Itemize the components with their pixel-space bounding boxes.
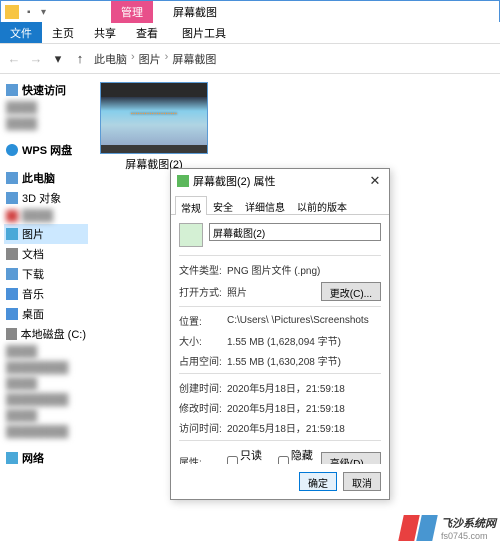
- nav-up-icon[interactable]: ↑: [72, 51, 88, 66]
- value-created: 2020年5月18日，21:59:18: [227, 380, 381, 395]
- tree-pictures[interactable]: 图片: [4, 224, 88, 244]
- ok-button[interactable]: 确定: [299, 472, 337, 491]
- dialog-icon: [177, 175, 189, 187]
- label-size: 大小:: [179, 333, 227, 348]
- tree-item[interactable]: ████: [4, 100, 88, 116]
- tab-share[interactable]: 共享: [84, 22, 126, 43]
- quick-access-toolbar: ▪ ▾: [27, 7, 51, 17]
- qat-dropdown-icon[interactable]: ▾: [41, 7, 51, 17]
- tree-desktop[interactable]: 桌面: [4, 304, 88, 324]
- tree-item[interactable]: ████████: [4, 360, 88, 376]
- breadcrumb-item[interactable]: 图片: [139, 51, 161, 67]
- value-accessed: 2020年5月18日，21:59:18: [227, 420, 381, 435]
- tree-music[interactable]: 音乐: [4, 284, 88, 304]
- tab-previous[interactable]: 以前的版本: [291, 195, 353, 214]
- value-filetype: PNG 图片文件 (.png): [227, 262, 381, 277]
- qat-item[interactable]: ▪: [27, 7, 37, 17]
- watermark-url: fs0745.com: [441, 531, 496, 541]
- tree-item[interactable]: ████: [4, 408, 88, 424]
- watermark-logo-icon: [401, 511, 435, 545]
- tree-disk-c[interactable]: 本地磁盘 (C:): [4, 324, 88, 344]
- label-location: 位置:: [179, 313, 227, 328]
- label-sizeondisk: 占用空间:: [179, 353, 227, 368]
- tree-this-pc[interactable]: 此电脑: [4, 168, 88, 188]
- nav-tree: 快速访问 ████ ████ WPS 网盘 此电脑 3D 对象 ████ 图片 …: [0, 74, 92, 530]
- dialog-footer: 确定 取消: [171, 464, 389, 499]
- value-location: C:\Users\ \Pictures\Screenshots: [227, 315, 381, 326]
- tree-wps[interactable]: WPS 网盘: [4, 140, 88, 160]
- tab-file[interactable]: 文件: [0, 22, 42, 43]
- breadcrumb[interactable]: 此电脑› 图片› 屏幕截图: [94, 51, 216, 67]
- nav-forward-icon[interactable]: →: [28, 51, 44, 66]
- watermark: 飞沙系统网 fs0745.com: [401, 511, 496, 545]
- tree-quick-access[interactable]: 快速访问: [4, 80, 88, 100]
- tree-item[interactable]: ████: [4, 116, 88, 132]
- value-size: 1.55 MB (1,628,094 字节): [227, 333, 381, 348]
- tree-3d[interactable]: 3D 对象: [4, 188, 88, 208]
- folder-icon: [5, 5, 19, 19]
- tree-item[interactable]: ████████: [4, 392, 88, 408]
- tab-security[interactable]: 安全: [207, 195, 239, 214]
- tab-general[interactable]: 常规: [175, 196, 207, 215]
- ribbon-context-label: 管理: [111, 1, 153, 23]
- tree-item[interactable]: ████: [4, 376, 88, 392]
- tab-view[interactable]: 查看: [126, 22, 168, 43]
- label-modified: 修改时间:: [179, 400, 227, 415]
- dialog-tabs: 常规 安全 详细信息 以前的版本: [171, 193, 389, 215]
- cancel-button[interactable]: 取消: [343, 472, 381, 491]
- dialog-body: 文件类型: PNG 图片文件 (.png) 打开方式: 照片 更改(C)... …: [171, 215, 389, 464]
- value-sizeondisk: 1.55 MB (1,630,208 字节): [227, 353, 381, 368]
- tree-item[interactable]: ████████: [4, 424, 88, 440]
- close-icon[interactable]: ✕: [367, 173, 383, 189]
- thumbnail-image: ····················: [100, 82, 208, 154]
- dialog-title: 屏幕截图(2) 属性: [193, 173, 276, 189]
- tree-videos[interactable]: ████: [4, 208, 88, 224]
- label-accessed: 访问时间:: [179, 420, 227, 435]
- breadcrumb-item[interactable]: 此电脑: [94, 51, 127, 67]
- label-created: 创建时间:: [179, 380, 227, 395]
- dialog-titlebar[interactable]: 屏幕截图(2) 属性 ✕: [171, 169, 389, 193]
- advanced-button[interactable]: 高级(D)...: [321, 452, 381, 465]
- label-filetype: 文件类型:: [179, 262, 227, 277]
- properties-dialog: 屏幕截图(2) 属性 ✕ 常规 安全 详细信息 以前的版本 文件类型: PNG …: [170, 168, 390, 500]
- tab-home[interactable]: 主页: [42, 22, 84, 43]
- thumbnail-overlay-text: ····················: [101, 111, 207, 118]
- nav-back-icon[interactable]: ←: [6, 51, 22, 66]
- nav-bar: ← → ▾ ↑ 此电脑› 图片› 屏幕截图: [0, 44, 500, 74]
- nav-recent-icon[interactable]: ▾: [50, 51, 66, 67]
- checkbox-readonly[interactable]: 只读(R): [227, 447, 270, 464]
- tab-picture-tools[interactable]: 图片工具: [172, 22, 236, 43]
- tree-downloads[interactable]: 下载: [4, 264, 88, 284]
- breadcrumb-item[interactable]: 屏幕截图: [172, 51, 216, 67]
- checkbox-hidden[interactable]: 隐藏(H): [278, 447, 321, 464]
- change-button[interactable]: 更改(C)...: [321, 282, 381, 301]
- tree-documents[interactable]: 文档: [4, 244, 88, 264]
- title-bar: ▪ ▾ 管理 屏幕截图: [0, 0, 500, 22]
- watermark-brand: 飞沙系统网: [441, 515, 496, 531]
- label-attributes: 属性:: [179, 454, 227, 465]
- tab-details[interactable]: 详细信息: [239, 195, 291, 214]
- tree-network[interactable]: 网络: [4, 448, 88, 468]
- label-openwith: 打开方式:: [179, 284, 227, 299]
- tree-item[interactable]: ████: [4, 344, 88, 360]
- ribbon-tabs: 文件 主页 共享 查看 图片工具: [0, 22, 500, 44]
- value-openwith: 照片: [227, 284, 321, 299]
- file-type-icon: [179, 223, 203, 247]
- window-title: 屏幕截图: [173, 4, 217, 20]
- file-thumbnail[interactable]: ···················· 屏幕截图(2): [100, 82, 208, 172]
- value-modified: 2020年5月18日，21:59:18: [227, 400, 381, 415]
- filename-input[interactable]: [209, 223, 381, 241]
